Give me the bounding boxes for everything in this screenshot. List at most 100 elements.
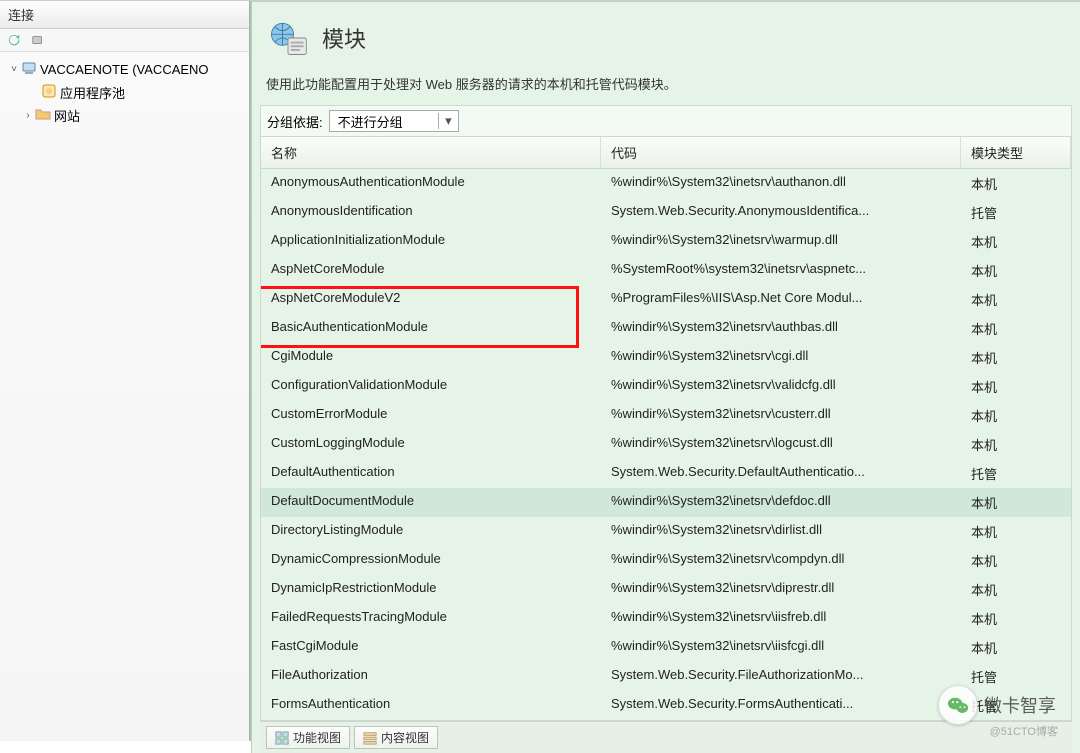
grouping-toolbar: 分组依据: 不进行分组 ▾	[260, 105, 1072, 137]
cell-code: %windir%\System32\inetsrv\logcust.dll	[601, 430, 961, 459]
group-by-select[interactable]: 不进行分组 ▾	[329, 110, 459, 132]
cell-type: 本机	[961, 633, 1071, 662]
tree-root-node[interactable]: ˅ VACCAENOTE (VACCAENO	[4, 58, 245, 81]
tab-label: 功能视图	[293, 729, 341, 746]
cell-name: FastCgiModule	[261, 633, 601, 662]
cell-name: FileAuthorization	[261, 662, 601, 691]
table-row[interactable]: DynamicCompressionModule%windir%\System3…	[261, 546, 1071, 575]
table-body[interactable]: AnonymousAuthenticationModule%windir%\Sy…	[261, 169, 1071, 721]
connect-icon[interactable]	[30, 32, 46, 48]
cell-type: 托管	[961, 691, 1071, 720]
table-row[interactable]: DynamicIpRestrictionModule%windir%\Syste…	[261, 575, 1071, 604]
modules-icon	[266, 16, 310, 60]
cell-name: CgiModule	[261, 343, 601, 372]
table-row[interactable]: AnonymousAuthenticationModule%windir%\Sy…	[261, 169, 1071, 198]
cell-code: System.Web.Security.FormsAuthenticati...	[601, 691, 961, 720]
table-row[interactable]: CgiModule%windir%\System32\inetsrv\cgi.d…	[261, 343, 1071, 372]
sites-folder-icon	[34, 106, 52, 125]
table-row[interactable]: ConfigurationValidationModule%windir%\Sy…	[261, 372, 1071, 401]
table-row[interactable]: FailedRequestsTracingModule%windir%\Syst…	[261, 604, 1071, 633]
expand-icon[interactable]: ›	[22, 110, 34, 121]
cell-code: %windir%\System32\inetsrv\warmup.dll	[601, 227, 961, 256]
table-row[interactable]: DirectoryListingModule%windir%\System32\…	[261, 517, 1071, 546]
cell-name: CustomLoggingModule	[261, 430, 601, 459]
cell-code: %windir%\System32\inetsrv\cgi.dll	[601, 343, 961, 372]
table-row[interactable]: DefaultAuthenticationSystem.Web.Security…	[261, 459, 1071, 488]
cell-name: DynamicIpRestrictionModule	[261, 575, 601, 604]
table-header: 名称 代码 模块类型	[261, 137, 1071, 169]
col-code-header[interactable]: 代码	[601, 137, 961, 168]
tree-item-sites[interactable]: › 网站	[4, 104, 245, 127]
cell-type: 本机	[961, 169, 1071, 198]
tree-root-label: VACCAENOTE (VACCAENO	[40, 62, 209, 77]
cell-code: System.Web.Security.AnonymousIdentifica.…	[601, 198, 961, 227]
content-inner: 模块 使用此功能配置用于处理对 Web 服务器的请求的本机和托管代码模块。 分组…	[251, 1, 1080, 753]
view-tabs: 功能视图 内容视图	[260, 721, 1072, 753]
table-row[interactable]: FileAuthorizationSystem.Web.Security.Fil…	[261, 662, 1071, 691]
cell-type: 托管	[961, 459, 1071, 488]
tab-label: 内容视图	[381, 729, 429, 746]
table-row[interactable]: AnonymousIdentificationSystem.Web.Securi…	[261, 198, 1071, 227]
cell-name: CustomErrorModule	[261, 401, 601, 430]
cell-type: 本机	[961, 343, 1071, 372]
cell-code: %windir%\System32\inetsrv\defdoc.dll	[601, 488, 961, 517]
cell-code: %ProgramFiles%\IIS\Asp.Net Core Modul...	[601, 285, 961, 314]
cell-code: System.Web.Security.FileAuthorizationMo.…	[601, 662, 961, 691]
app-root: 连接 ˅ VACCAENOTE (VACCAENO 应用程序池	[0, 0, 1080, 741]
cell-name: DirectoryListingModule	[261, 517, 601, 546]
table-row[interactable]: FormsAuthenticationSystem.Web.Security.F…	[261, 691, 1071, 720]
collapse-icon[interactable]: ˅	[8, 64, 20, 75]
tree-item-app-pools[interactable]: 应用程序池	[4, 81, 245, 104]
cell-type: 本机	[961, 372, 1071, 401]
cell-type: 本机	[961, 517, 1071, 546]
cell-type: 本机	[961, 575, 1071, 604]
tab-content-view[interactable]: 内容视图	[354, 726, 438, 749]
cell-type: 本机	[961, 604, 1071, 633]
content-view-icon	[363, 731, 377, 745]
cell-name: ConfigurationValidationModule	[261, 372, 601, 401]
cell-code: %SystemRoot%\system32\inetsrv\aspnetc...	[601, 256, 961, 285]
cell-name: BasicAuthenticationModule	[261, 314, 601, 343]
cell-code: %windir%\System32\inetsrv\validcfg.dll	[601, 372, 961, 401]
table-row[interactable]: AspNetCoreModule%SystemRoot%\system32\in…	[261, 256, 1071, 285]
cell-type: 托管	[961, 662, 1071, 691]
tree-item-label: 应用程序池	[60, 83, 125, 102]
cell-name: AnonymousAuthenticationModule	[261, 169, 601, 198]
connections-tree[interactable]: ˅ VACCAENOTE (VACCAENO 应用程序池 › 网站	[0, 52, 249, 741]
cell-name: FailedRequestsTracingModule	[261, 604, 601, 633]
cell-type: 托管	[961, 198, 1071, 227]
cell-code: %windir%\System32\inetsrv\compdyn.dll	[601, 546, 961, 575]
refresh-icon[interactable]	[6, 32, 22, 48]
table-row[interactable]: AspNetCoreModuleV2%ProgramFiles%\IIS\Asp…	[261, 285, 1071, 314]
modules-table: 名称 代码 模块类型 AnonymousAuthenticationModule…	[260, 137, 1072, 721]
connections-header: 连接	[0, 1, 249, 29]
chevron-down-icon: ▾	[438, 113, 452, 129]
page-heading-row: 模块	[260, 8, 1072, 70]
table-row[interactable]: BasicAuthenticationModule%windir%\System…	[261, 314, 1071, 343]
table-row[interactable]: ApplicationInitializationModule%windir%\…	[261, 227, 1071, 256]
cell-type: 本机	[961, 256, 1071, 285]
col-type-header[interactable]: 模块类型	[961, 137, 1071, 168]
cell-name: DynamicCompressionModule	[261, 546, 601, 575]
cell-type: 本机	[961, 546, 1071, 575]
app-pool-icon	[40, 83, 58, 102]
cell-type: 本机	[961, 430, 1071, 459]
cell-name: ApplicationInitializationModule	[261, 227, 601, 256]
table-row[interactable]: CustomLoggingModule%windir%\System32\ine…	[261, 430, 1071, 459]
connections-toolbar	[0, 29, 249, 52]
cell-code: %windir%\System32\inetsrv\authbas.dll	[601, 314, 961, 343]
server-icon	[20, 60, 38, 79]
tab-features-view[interactable]: 功能视图	[266, 726, 350, 749]
cell-type: 本机	[961, 488, 1071, 517]
connections-panel: 连接 ˅ VACCAENOTE (VACCAENO 应用程序池	[0, 1, 250, 741]
col-name-header[interactable]: 名称	[261, 137, 601, 168]
table-row[interactable]: CustomErrorModule%windir%\System32\inets…	[261, 401, 1071, 430]
cell-name: DefaultAuthentication	[261, 459, 601, 488]
cell-name: FormsAuthentication	[261, 691, 601, 720]
content-panel: 模块 使用此功能配置用于处理对 Web 服务器的请求的本机和托管代码模块。 分组…	[250, 1, 1080, 741]
cell-code: %windir%\System32\inetsrv\dirlist.dll	[601, 517, 961, 546]
table-row[interactable]: FastCgiModule%windir%\System32\inetsrv\i…	[261, 633, 1071, 662]
cell-type: 本机	[961, 401, 1071, 430]
features-view-icon	[275, 731, 289, 745]
table-row[interactable]: DefaultDocumentModule%windir%\System32\i…	[261, 488, 1071, 517]
